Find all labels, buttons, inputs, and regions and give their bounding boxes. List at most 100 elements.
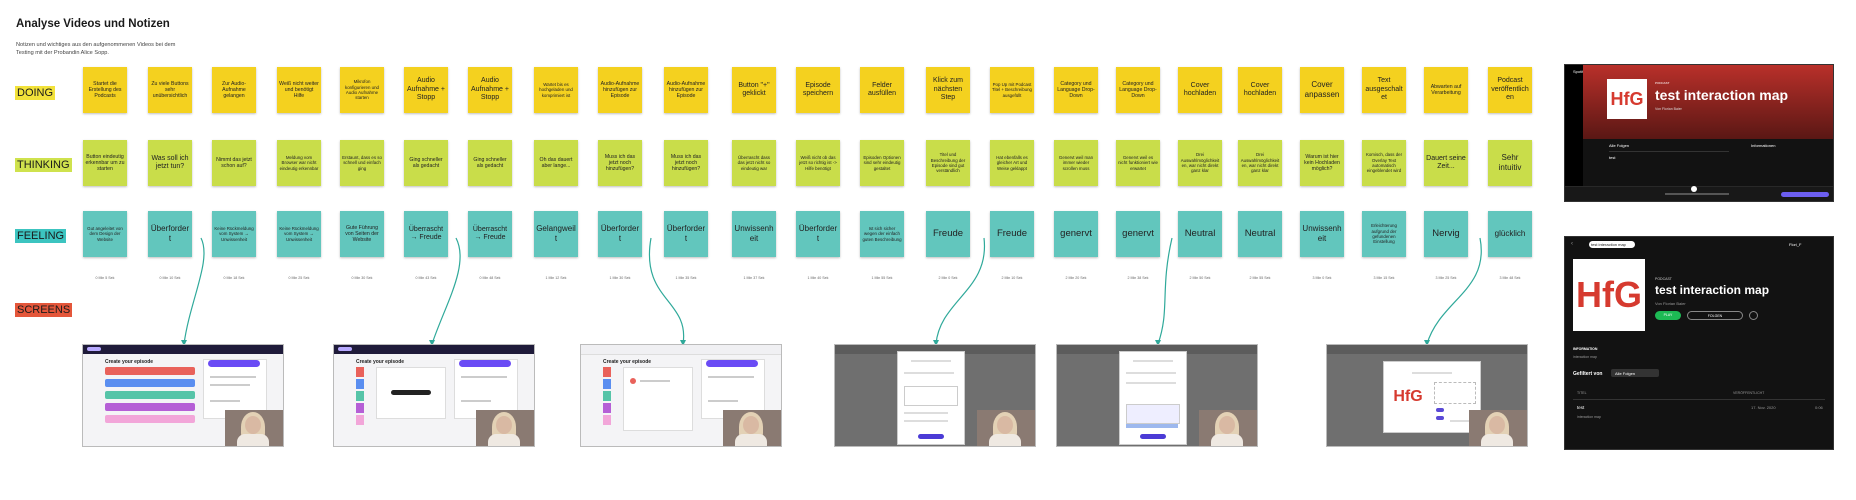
sticky-note-feeling: Gelangweilt	[534, 211, 578, 257]
sticky-text: Category und Language Drop-Down	[1119, 80, 1157, 100]
sticky-text: Ging schneller als gedacht	[473, 156, 507, 169]
podcast-author: Von Florian Baier	[1655, 107, 1682, 111]
episode-subtitle: interaction map	[1577, 415, 1601, 419]
info-heading: Informationen	[1751, 143, 1776, 148]
back-icon[interactable]: ‹	[1571, 241, 1573, 247]
more-options-button[interactable]	[1749, 311, 1758, 320]
sticky-text: Episoden Optionen sind sehr eindeutig ge…	[863, 155, 901, 171]
sticky-text: Gelangweilt	[536, 224, 576, 243]
podcast-title: test interaction map	[1655, 283, 1770, 297]
sticky-note-doing: Cover hochladen	[1238, 67, 1282, 113]
video-thumbnail	[1199, 410, 1257, 446]
sticky-note-thinking: Erstaunt, dass es so schnell und einfach…	[340, 140, 384, 186]
hfg-logo: HfG	[1573, 259, 1645, 331]
sticky-text: Überrascht → Freude	[408, 225, 444, 241]
sticky-note-thinking: Drei Auswahlmöglichkeiten, war nicht dir…	[1178, 140, 1222, 186]
timestamp-label: 1 Min 40 Sek	[807, 276, 829, 280]
timestamp-label: 1 Min 35 Sek	[675, 276, 697, 280]
sticky-text: Was soll ich jetzt tun?	[151, 154, 189, 170]
sticky-text: Oh das dauert aber lange...	[539, 156, 573, 169]
sticky-note-doing: Audio-Aufnahme hinzufügen zur Episode	[598, 67, 642, 113]
timestamp-label: 2 Min 10 Sek	[1001, 276, 1023, 280]
sticky-note-feeling: Freude	[926, 211, 970, 257]
spotify-window-small: Spotify HfG PODCAST test interaction map…	[1564, 64, 1834, 202]
sticky-note-feeling: Keine Rückmeldung vom System → Unwissenh…	[277, 211, 321, 257]
sticky-text: glücklich	[1494, 229, 1526, 239]
timestamp-label: 0 Min 5 Sek	[95, 276, 115, 280]
timestamp-label: 3 Min 25 Sek	[1435, 276, 1457, 280]
sticky-note-thinking: Meldung vom Browser war nicht eindeutig …	[277, 140, 321, 186]
sticky-text: genervt	[1060, 228, 1092, 240]
sticky-note-thinking: Ging schneller als gedacht	[404, 140, 448, 186]
play-button[interactable]	[1691, 186, 1697, 192]
spotify-window-large: ‹ test interaction map Flori_F HfG PODCA…	[1564, 236, 1834, 450]
timestamp-label: 0 Min 30 Sek	[351, 276, 373, 280]
sticky-text: Zu viele Buttons sehr unübersichtlich	[151, 80, 189, 100]
sticky-text: Audio Aufnahme + Stopp	[407, 77, 445, 102]
sticky-note-thinking: Muss ich das jetzt noch hinzufügen?	[598, 140, 642, 186]
follow-button[interactable]: FOLGEN	[1687, 311, 1743, 320]
sticky-note-doing: Cover anpassen	[1300, 67, 1344, 113]
screen-thumbnail-2: Create your episode	[333, 344, 535, 447]
timestamp-label: 1 Min 30 Sek	[609, 276, 631, 280]
podcast-title: test interaction map	[1655, 87, 1789, 103]
sticky-note-thinking: Komisch, dass der Overlay Text automatis…	[1362, 140, 1406, 186]
timestamp-label: 0 Min 48 Sek	[479, 276, 501, 280]
sticky-text: Wartet bis es hochgeladen und komprimier…	[539, 82, 573, 98]
column-date: VERÖFFENTLICHT	[1733, 391, 1765, 395]
hfg-logo: HfG	[1607, 79, 1647, 119]
play-button[interactable]: PLAY	[1655, 311, 1681, 320]
timestamp-label: 3 Min 15 Sek	[1373, 276, 1395, 280]
video-thumbnail	[977, 410, 1035, 446]
sticky-text: Drei Auswahlmöglichkeiten, war nicht dir…	[1240, 152, 1280, 174]
screen-thumbnail-1: Create your episode	[82, 344, 284, 447]
sticky-text: Category und Language Drop-Down	[1057, 80, 1095, 100]
sticky-note-feeling: Überfordert	[148, 211, 192, 257]
sticky-note-feeling: Neutral	[1178, 211, 1222, 257]
timestamp-label: 3 Min 48 Sek	[1499, 276, 1521, 280]
sticky-text: Audio Aufnahme + Stopp	[471, 77, 509, 102]
timestamp-label: 2 Min 55 Sek	[1249, 276, 1271, 280]
sticky-note-thinking: Was soll ich jetzt tun?	[148, 140, 192, 186]
sticky-text: Freude	[996, 228, 1028, 240]
sticky-text: Felder ausfüllen	[867, 81, 897, 97]
sticky-note-doing: Podcast veröffentlichen	[1488, 67, 1532, 113]
modal-dialog	[897, 351, 965, 445]
sticky-note-feeling: Neutral	[1238, 211, 1282, 257]
sticky-text: Genervt weil man immer wieder scrollen m…	[1058, 155, 1094, 171]
information-heading: INFORMATION	[1573, 347, 1598, 351]
sticky-text: Podcast veröffentlichen	[1491, 77, 1529, 102]
sticky-note-feeling: genervt	[1054, 211, 1098, 257]
sticky-note-thinking: Weiß nicht ob das jetzt so richtig ist -…	[796, 140, 840, 186]
filter-value: Alle Folgen	[1615, 371, 1636, 376]
user-menu[interactable]: Flori_F	[1789, 242, 1801, 247]
sticky-text: Text ausgeschaltet	[1365, 77, 1403, 102]
sticky-note-doing: Audio-Aufnahme hinzufügen zur Episode	[664, 67, 708, 113]
sticky-note-feeling: Überfordert	[598, 211, 642, 257]
sticky-note-doing: Episode speichern	[796, 67, 840, 113]
timestamp-label: 2 Min 20 Sek	[1065, 276, 1087, 280]
screen-heading: Create your episode	[356, 359, 405, 365]
timestamp-label: 2 Min 50 Sek	[1189, 276, 1211, 280]
information-text: interaction map	[1573, 355, 1597, 359]
sticky-text: Freude	[932, 228, 964, 240]
sticky-note-doing: Mikrofon konfigurieren und Audio Aufnahm…	[340, 67, 384, 113]
timestamp-label: 2 Min 38 Sek	[1127, 276, 1149, 280]
sticky-text: Sehr intuitiv	[1498, 153, 1522, 172]
sticky-text: Überfordert	[150, 224, 190, 243]
sticky-note-feeling: glücklich	[1488, 211, 1532, 257]
sticky-note-feeling: Ist sich sicher wegen der einfach guten …	[860, 211, 904, 257]
modal-dialog: HfG	[1383, 361, 1481, 433]
sticky-note-thinking: Dauert seine Zeit...	[1424, 140, 1468, 186]
sticky-text: Komisch, dass der Overlay Text automatis…	[1365, 152, 1403, 174]
sticky-note-thinking: Hat ebenfalls es gleicher Art und Weise …	[990, 140, 1034, 186]
video-thumbnail	[1469, 410, 1527, 446]
sticky-note-thinking: Ging schneller als gedacht	[468, 140, 512, 186]
sticky-text: Audio-Aufnahme hinzufügen zur Episode	[600, 80, 640, 100]
sticky-text: Meldung vom Browser war nicht eindeutig …	[279, 155, 319, 171]
sticky-note-doing: Category und Language Drop-Down	[1054, 67, 1098, 113]
sticky-note-doing: Pop Up mit Podcast Titel + Beschreibung …	[990, 67, 1034, 113]
sticky-note-thinking: Genervt weil es nicht funktioniert wie e…	[1116, 140, 1160, 186]
episode-title[interactable]: test	[1577, 405, 1584, 410]
sticky-note-thinking: Überrascht dass das jetzt nicht so einde…	[732, 140, 776, 186]
